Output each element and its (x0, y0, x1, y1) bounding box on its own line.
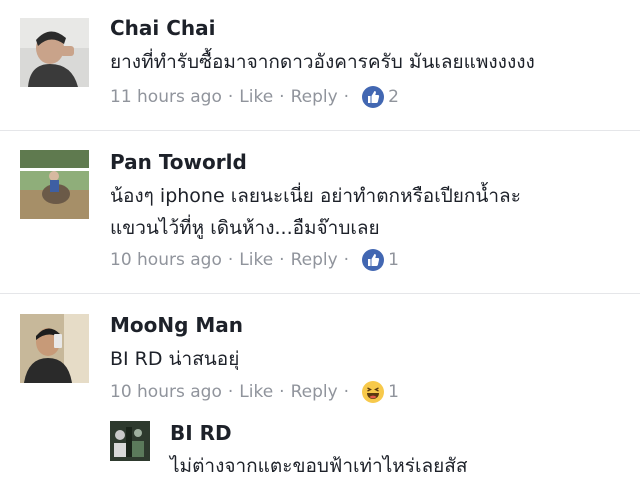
separator-dot: · (343, 250, 350, 270)
timestamp[interactable]: 10 hours ago (110, 382, 222, 402)
separator-dot: · (343, 87, 350, 107)
timestamp[interactable]: 11 hours ago (110, 87, 222, 107)
author-name[interactable]: Pan Toworld (110, 150, 247, 174)
avatar-photo-icon (20, 18, 89, 87)
comment-meta: 10 hours ago · Like · Reply · 1 (110, 248, 399, 272)
like-link[interactable]: Like (239, 382, 273, 402)
comment-meta: 11 hours ago · Like · Reply · 2 (110, 85, 399, 109)
separator-dot: · (227, 87, 234, 107)
reaction-summary[interactable]: 1 (361, 248, 399, 272)
separator-dot: · (279, 382, 285, 402)
comment-text: BI RD น่าสนอยุ่ (110, 348, 240, 370)
author-name[interactable]: Chai Chai (110, 16, 216, 40)
reaction-summary[interactable]: 1 (361, 380, 399, 404)
separator-dot: · (279, 87, 285, 107)
timestamp[interactable]: 10 hours ago (110, 250, 222, 270)
thumbs-up-icon (361, 85, 385, 109)
avatar-photo-icon (110, 421, 150, 461)
avatar[interactable] (20, 150, 89, 219)
reply-link[interactable]: Reply (291, 250, 338, 270)
reaction-summary[interactable]: 2 (361, 85, 399, 109)
reply-link[interactable]: Reply (291, 87, 338, 107)
haha-icon (361, 380, 385, 404)
avatar[interactable] (20, 314, 89, 383)
separator-dot: · (343, 382, 350, 402)
author-name[interactable]: MooNg Man (110, 313, 243, 337)
separator-dot: · (279, 250, 285, 270)
avatar[interactable] (110, 421, 150, 461)
comment-text-line-2: แขวนไว้ที่หู เดินห้าง...อืมจ๊าบเลย (110, 217, 380, 239)
divider (0, 293, 640, 294)
comment-text: ยางที่ทำรับซื้อมาจากดาวอังคารครับ มันเลย… (110, 51, 535, 73)
comment-meta: 10 hours ago · Like · Reply · 1 (110, 380, 399, 404)
avatar-photo-icon (20, 314, 89, 383)
thumbs-up-icon (361, 248, 385, 272)
reply-text: ไม่ต่างจากแตะขอบฟ้าเท่าไหร่เลยสัส (170, 455, 468, 477)
avatar[interactable] (20, 18, 89, 87)
author-name[interactable]: BI RD (170, 421, 232, 445)
truncated-reply-meta (170, 484, 530, 492)
comment-text-line-1: น้องๆ iphone เลยนะเนี่ย อย่าทำตกหรือเปีย… (110, 185, 521, 207)
reply-link[interactable]: Reply (291, 382, 338, 402)
avatar-photo-icon (20, 150, 89, 219)
like-link[interactable]: Like (239, 87, 273, 107)
reaction-count: 1 (388, 250, 399, 270)
like-link[interactable]: Like (239, 250, 273, 270)
separator-dot: · (227, 382, 234, 402)
divider (0, 130, 640, 131)
separator-dot: · (227, 250, 234, 270)
reaction-count: 1 (388, 382, 399, 402)
reaction-count: 2 (388, 87, 399, 107)
